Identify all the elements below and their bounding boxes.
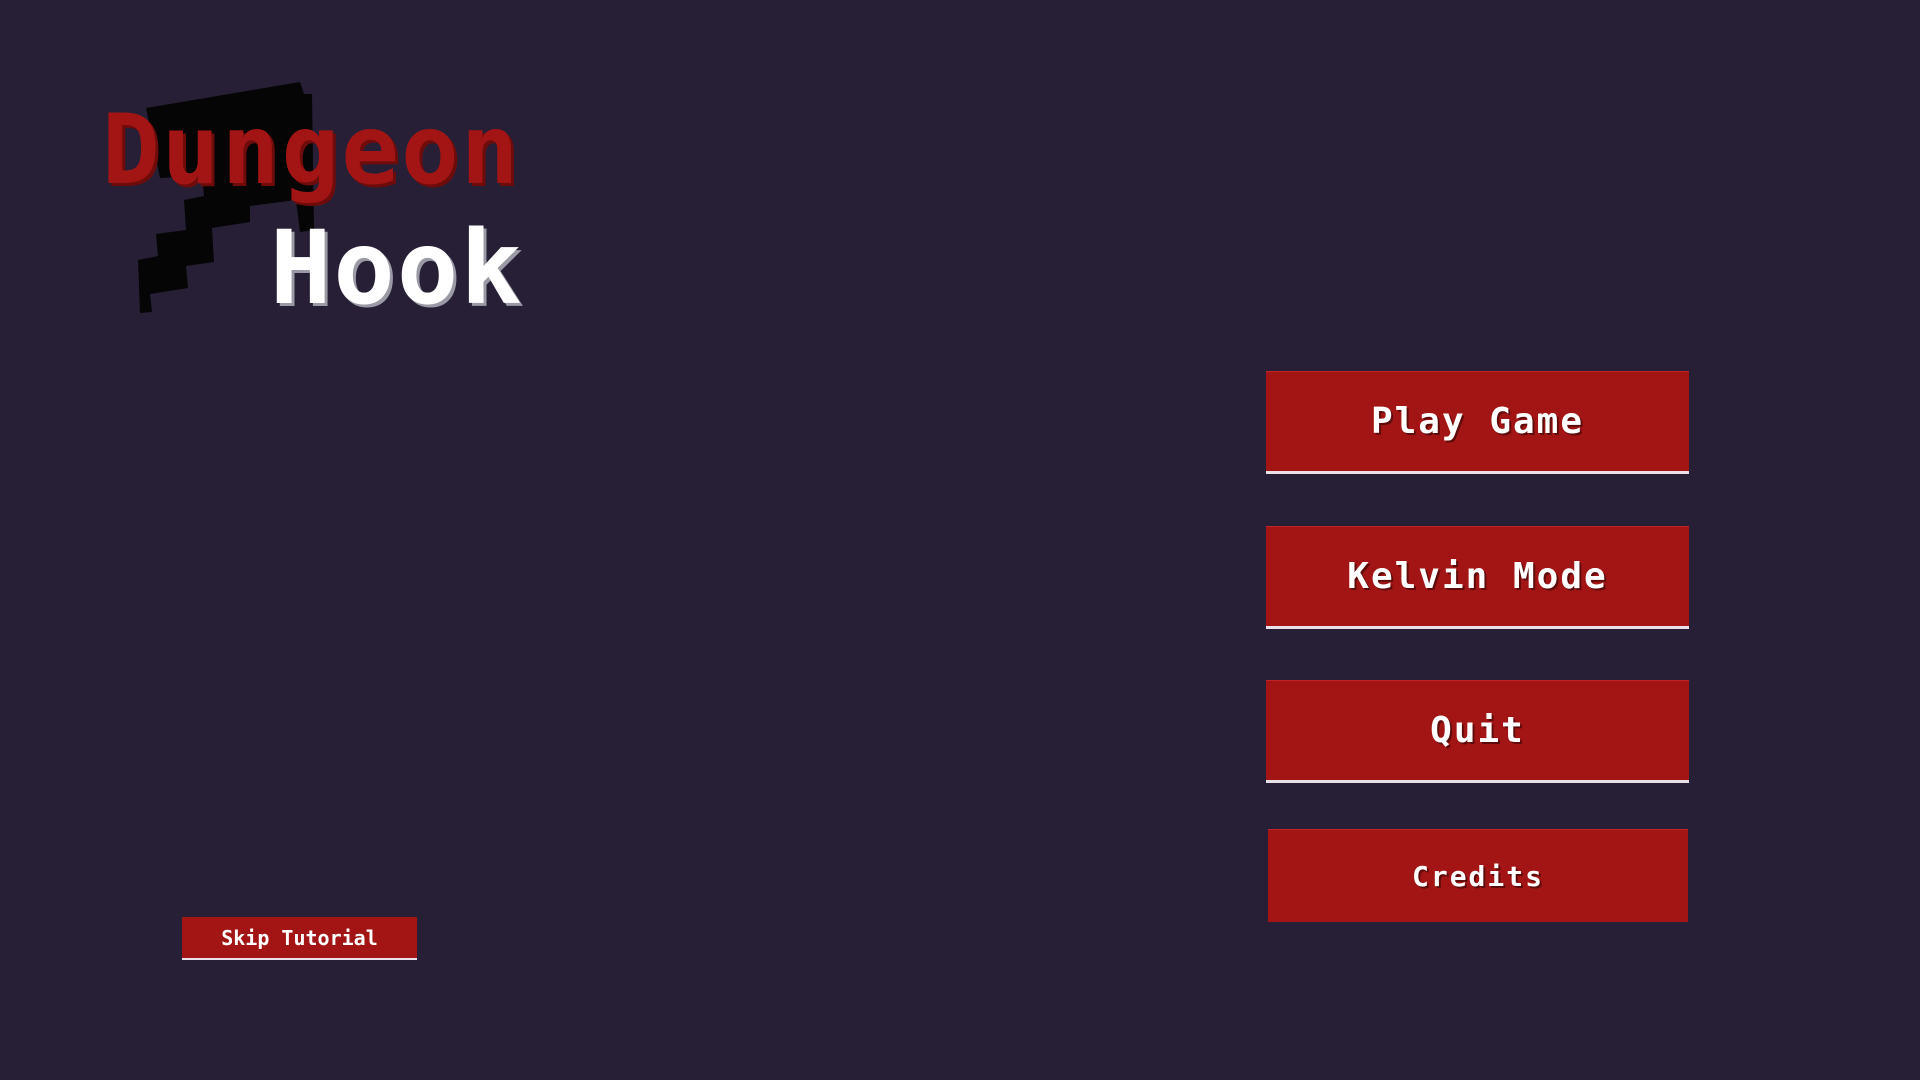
quit-button[interactable]: Quit (1266, 680, 1689, 780)
logo-title-hook: Hook (270, 209, 524, 328)
credits-button[interactable]: Credits (1268, 829, 1688, 922)
credits-label: Credits (1411, 859, 1544, 893)
play-game-button[interactable]: Play Game (1266, 371, 1689, 471)
logo-title-dungeon: Dungeon (102, 94, 521, 206)
skip-tutorial-button[interactable]: Skip Tutorial (182, 917, 417, 958)
quit-label: Quit (1430, 710, 1525, 751)
play-game-label: Play Game (1370, 401, 1585, 442)
main-menu-screen: Dungeon Hook Play Game Kelvin Mode Quit … (0, 0, 1920, 1080)
game-logo: Dungeon Hook (100, 80, 570, 330)
kelvin-mode-label: Kelvin Mode (1347, 556, 1608, 597)
skip-tutorial-label: Skip Tutorial (221, 925, 378, 950)
kelvin-mode-button[interactable]: Kelvin Mode (1266, 526, 1689, 626)
